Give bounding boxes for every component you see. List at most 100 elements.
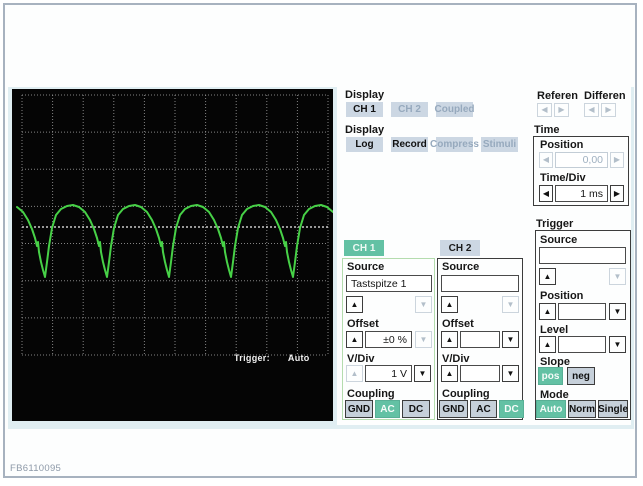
tab-ch2[interactable]: CH 2 [440,240,480,256]
time-position-increment-button[interactable]: ▶ [610,152,624,168]
ch1-coupling-ac-button[interactable]: AC [375,400,400,418]
ch1-vdiv-down-button[interactable]: ▼ [414,365,431,382]
down-arrow-icon: ▼ [613,271,622,281]
trigger-level-field[interactable] [558,336,606,353]
time-position-label: Position [540,139,584,151]
time-position-decrement-button[interactable]: ◀ [539,152,553,168]
display-modes-label: Display [345,124,385,136]
figure-code: FB6110095 [10,463,62,474]
up-arrow-icon: ▲ [350,334,359,344]
trigger-mode-single-button[interactable]: Single [598,400,628,418]
ch1-source-label: Source [347,261,385,273]
tab-ch1[interactable]: CH 1 [344,240,384,256]
ch2-offset-up-button[interactable]: ▲ [441,331,458,348]
trigger-position-field[interactable] [558,303,606,320]
trigger-mode-auto-button[interactable]: Auto [536,400,566,418]
up-arrow-icon: ▲ [445,334,454,344]
display-coupled-button[interactable]: Coupled [435,102,475,117]
timediv-label: Time/Div [540,172,586,184]
display-ch1-button[interactable]: CH 1 [346,102,383,117]
ch1-vdiv-up-button[interactable]: ▲ [346,365,363,382]
trigger-source-up-button[interactable]: ▲ [539,268,556,285]
reference-next-button[interactable]: ▶ [554,103,569,117]
trigger-level-label: Level [540,324,569,336]
down-arrow-icon: ▼ [613,306,622,316]
differential-label: Differen [584,90,626,102]
display-log-button[interactable]: Log [346,137,383,152]
ch2-vdiv-up-button[interactable]: ▲ [441,365,458,382]
ch1-offset-up-button[interactable]: ▲ [346,331,363,348]
left-arrow-icon: ◀ [541,105,548,114]
differential-prev-button[interactable]: ◀ [584,103,599,117]
ch2-source-label: Source [442,261,480,273]
trigger-level-up-button[interactable]: ▲ [539,336,556,353]
down-arrow-icon: ▼ [419,334,428,344]
up-arrow-icon: ▲ [350,368,359,378]
up-arrow-icon: ▲ [543,306,552,316]
scope-status-label: Trigger: [234,353,270,363]
right-arrow-icon: ▶ [613,155,621,164]
ch1-coupling-dc-button[interactable]: DC [402,400,430,418]
ch1-offset-field[interactable]: ±0 % [365,331,412,348]
left-arrow-icon: ◀ [542,188,550,198]
down-arrow-icon: ▼ [506,334,515,344]
ch2-coupling-gnd-button[interactable]: GND [439,400,468,418]
trigger-mode-norm-button[interactable]: Norm [568,400,596,418]
trigger-group-label: Trigger [536,218,574,230]
ch2-source-field[interactable] [441,275,519,292]
down-arrow-icon: ▼ [613,339,622,349]
trigger-slope-pos-button[interactable]: pos [538,367,563,385]
oscilloscope-app-window: Trigger: Auto Display CH 1 CH 2 Coupled D… [0,0,643,486]
display-ch2-button[interactable]: CH 2 [391,102,428,117]
time-group-label: Time [534,124,560,136]
trigger-position-down-button[interactable]: ▼ [609,303,626,320]
trigger-source-field[interactable] [539,247,626,264]
time-position-value-field[interactable]: 0,00 [555,152,608,168]
right-arrow-icon: ▶ [558,105,565,114]
trigger-position-up-button[interactable]: ▲ [539,303,556,320]
ch2-vdiv-down-button[interactable]: ▼ [502,365,519,382]
ch2-offset-label: Offset [442,318,474,330]
differential-next-button[interactable]: ▶ [601,103,616,117]
trigger-slope-neg-button[interactable]: neg [567,367,595,385]
ch2-source-up-button[interactable]: ▲ [441,296,458,313]
timediv-decrement-button[interactable]: ◀ [539,185,553,202]
left-arrow-icon: ◀ [588,105,595,114]
ch2-offset-field[interactable] [460,331,500,348]
ch1-source-up-button[interactable]: ▲ [346,296,363,313]
display-compress-button[interactable]: Compress [430,137,479,152]
ch2-coupling-dc-button[interactable]: DC [499,400,524,418]
timediv-value-field[interactable]: 1 ms [555,185,608,202]
ch2-vdiv-field[interactable] [460,365,500,382]
display-stimuli-button[interactable]: Stimuli [481,137,518,152]
up-arrow-icon: ▲ [445,299,454,309]
ch1-offset-label: Offset [347,318,379,330]
ch2-coupling-ac-button[interactable]: AC [470,400,497,418]
ch1-source-down-button[interactable]: ▼ [415,296,432,313]
ch1-coupling-label: Coupling [347,388,395,400]
right-arrow-icon: ▶ [613,188,621,198]
trigger-level-down-button[interactable]: ▼ [609,336,626,353]
ch1-coupling-gnd-button[interactable]: GND [345,400,373,418]
ch2-coupling-label: Coupling [442,388,490,400]
up-arrow-icon: ▲ [445,368,454,378]
trigger-source-down-button[interactable]: ▼ [609,268,626,285]
scope-display: Trigger: Auto [12,89,334,421]
up-arrow-icon: ▲ [543,339,552,349]
up-arrow-icon: ▲ [350,299,359,309]
scope-status-line: Trigger: Auto [234,353,310,363]
timediv-increment-button[interactable]: ▶ [610,185,624,202]
ch1-vdiv-field[interactable]: 1 V [365,365,412,382]
display-record-button[interactable]: Record [391,137,428,152]
ch1-source-field[interactable]: Tastspitze 1 [346,275,432,292]
reference-prev-button[interactable]: ◀ [537,103,552,117]
ch2-source-down-button[interactable]: ▼ [502,296,519,313]
up-arrow-icon: ▲ [543,271,552,281]
down-arrow-icon: ▼ [506,299,515,309]
down-arrow-icon: ▼ [418,368,427,378]
left-arrow-icon: ◀ [542,155,550,164]
scope-trigger-mode-value: Auto [287,353,310,363]
ch2-offset-down-button[interactable]: ▼ [502,331,519,348]
down-arrow-icon: ▼ [419,299,428,309]
ch1-offset-down-button[interactable]: ▼ [415,331,432,348]
